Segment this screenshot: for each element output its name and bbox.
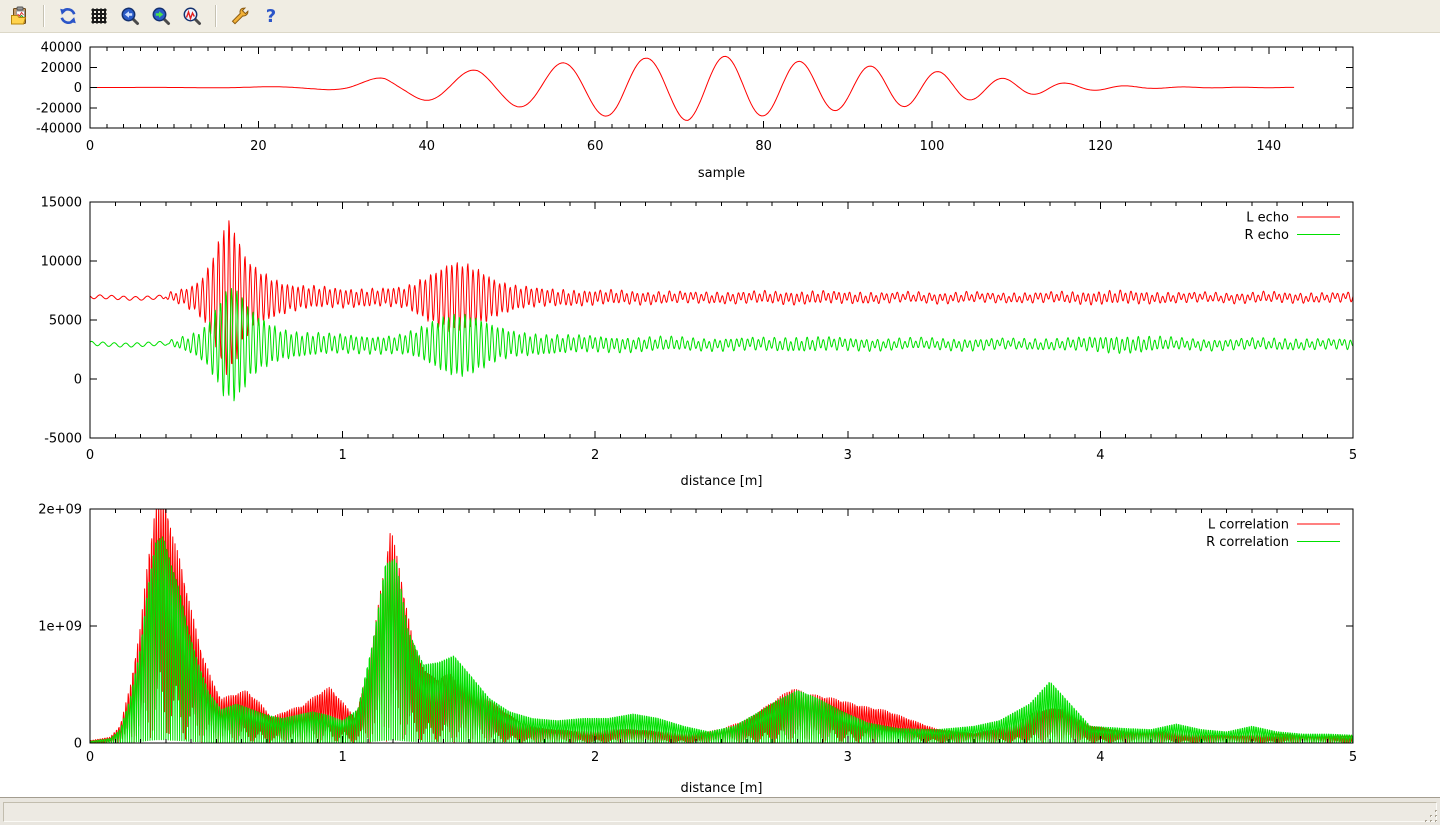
y-tick-label: 20000: [41, 61, 82, 76]
legend-label: R correlation: [1206, 535, 1289, 550]
y-tick-label: 5000: [49, 314, 82, 329]
y-tick-label: 1e+09: [38, 620, 82, 635]
toolbar-separator: [215, 5, 217, 27]
x-tick-label: 0: [86, 448, 94, 463]
x-tick-label: 4: [1096, 448, 1104, 463]
x-tick-label: 20: [250, 139, 267, 154]
x-tick-label: 3: [844, 448, 852, 463]
zoom-previous-button[interactable]: [116, 2, 144, 30]
copy-to-clipboard-button[interactable]: [6, 2, 34, 30]
echo-signals-plot-area[interactable]: [90, 202, 1353, 438]
y-tick-label: -20000: [36, 101, 82, 116]
x-tick-label: 40: [419, 139, 436, 154]
status-message: [3, 802, 1437, 822]
x-tick-label: 60: [587, 139, 604, 154]
help-button[interactable]: ?: [257, 2, 285, 30]
zoom-previous-icon: [120, 6, 140, 26]
y-tick-label: 40000: [41, 41, 82, 56]
x-tick-label: 5: [1349, 750, 1357, 765]
x-tick-label: 5: [1349, 448, 1357, 463]
y-tick-label: -5000: [44, 432, 82, 447]
x-tick-label: 100: [920, 139, 945, 154]
copy-to-clipboard-icon: [10, 6, 30, 26]
x-tick-label: 0: [86, 750, 94, 765]
x-axis-label: distance [m]: [680, 474, 762, 489]
chart-sample-waveform: 0 20 40 60 80 100 120 140 -40000 -20000 0 20000 4000…: [36, 41, 1353, 182]
autoscale-button[interactable]: [178, 2, 206, 30]
y-tick-label: 0: [74, 81, 82, 96]
replot-button[interactable]: [54, 2, 82, 30]
x-tick-label: 140: [1256, 139, 1281, 154]
x-tick-label: 80: [755, 139, 772, 154]
toolbar: ?: [0, 0, 1440, 33]
x-tick-label: 3: [844, 750, 852, 765]
configure-button[interactable]: [226, 2, 254, 30]
autoscale-icon: [182, 6, 202, 26]
x-tick-label: 2: [591, 750, 599, 765]
grid-icon: [89, 6, 109, 26]
wrench-icon: [230, 6, 250, 26]
x-tick-label: 1: [338, 448, 346, 463]
zoom-next-button[interactable]: [147, 2, 175, 30]
y-tick-label: 15000: [41, 196, 82, 211]
status-bar: [0, 797, 1440, 825]
y-tick-label: 0: [74, 373, 82, 388]
x-tick-label: 0: [86, 139, 94, 154]
toolbar-separator: [43, 5, 45, 27]
x-tick-label: 4: [1096, 750, 1104, 765]
x-axis-label: distance [m]: [680, 781, 762, 796]
toggle-grid-button[interactable]: [85, 2, 113, 30]
plot-canvas: 020406080100120140-40000-200000200004000…: [0, 0, 1440, 798]
y-tick-label: -40000: [36, 122, 82, 137]
y-tick-label: 10000: [41, 255, 82, 270]
replot-icon: [58, 6, 78, 26]
x-tick-label: 2: [591, 448, 599, 463]
chart-echo-signals: 0 1 2 3 4 5 -5000 0 5000 10000 15000 distance [m] L …: [41, 196, 1358, 490]
resize-grip-icon[interactable]: [1424, 809, 1439, 824]
chart-correlation: 0 1 2 3 4 5 0 1e+09 2e+09 distance [m] L correlati…: [38, 500, 1357, 796]
legend-label: R echo: [1244, 228, 1289, 243]
correlation-plot-area[interactable]: [90, 509, 1353, 743]
help-icon: ?: [261, 6, 281, 26]
legend-label: L correlation: [1208, 518, 1289, 533]
x-tick-label: 120: [1088, 139, 1113, 154]
legend-label: L echo: [1246, 211, 1289, 226]
zoom-next-icon: [151, 6, 171, 26]
x-tick-label: 1: [338, 750, 346, 765]
y-tick-label: 2e+09: [38, 503, 82, 518]
x-axis-label: sample: [698, 166, 745, 181]
y-tick-label: 0: [74, 737, 82, 752]
svg-text:?: ?: [266, 6, 276, 26]
